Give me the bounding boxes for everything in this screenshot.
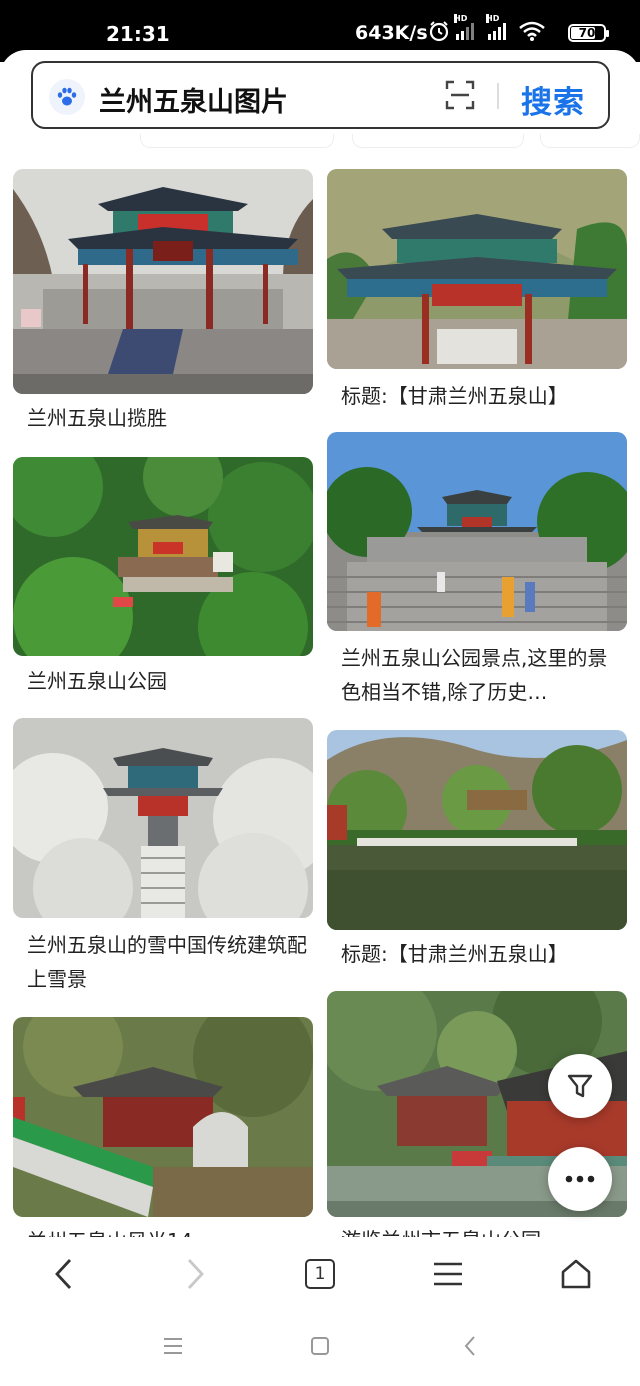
result-card[interactable]: 兰州五泉山公园: [13, 457, 313, 702]
tab-count-icon: 1: [305, 1259, 335, 1289]
result-image[interactable]: [13, 718, 313, 918]
recents-icon: [164, 1338, 182, 1354]
menu-icon: [434, 1262, 462, 1286]
result-image[interactable]: [13, 169, 313, 394]
result-card[interactable]: 标题:【甘肃兰州五泉山】: [327, 730, 627, 975]
result-caption: 兰州五泉山的雪中国传统建筑配上雪景: [27, 933, 307, 991]
result-image[interactable]: [327, 432, 627, 631]
search-divider: [497, 83, 499, 109]
result-caption: 游览兰州市五泉山公园: [341, 1223, 617, 1237]
system-home-button[interactable]: [305, 1334, 335, 1358]
result-card[interactable]: 标题:【甘肃兰州五泉山】: [327, 169, 627, 414]
status-icons: HD HD: [428, 14, 546, 42]
hd-badge: HD: [454, 14, 468, 23]
filter-tab[interactable]: [540, 134, 640, 148]
tabs-button[interactable]: 1: [300, 1256, 340, 1292]
home-square-icon: [311, 1337, 329, 1355]
filter-tab[interactable]: [140, 134, 334, 148]
filter-button[interactable]: [548, 1054, 612, 1118]
filter-tab[interactable]: [352, 134, 524, 148]
alarm-icon: [429, 21, 449, 42]
forward-arrow-icon: [187, 1259, 204, 1289]
baidu-paw-icon: [49, 79, 85, 115]
hd-badge: HD: [486, 14, 500, 23]
result-caption: 兰州五泉山风光14: [27, 1224, 311, 1237]
back-icon: [464, 1336, 475, 1356]
result-image[interactable]: [327, 169, 627, 369]
scan-icon[interactable]: [445, 80, 475, 110]
search-input[interactable]: 兰州五泉山图片: [99, 80, 288, 119]
result-image[interactable]: [327, 730, 627, 930]
result-caption: 标题:【甘肃兰州五泉山】: [341, 384, 568, 408]
result-image[interactable]: [13, 1017, 313, 1217]
result-caption: 兰州五泉山公园: [27, 669, 167, 693]
status-time: 21:31: [106, 22, 170, 46]
recents-button[interactable]: [158, 1334, 188, 1358]
result-caption: 兰州五泉山揽胜: [27, 406, 167, 430]
signal-2-icon: HD: [486, 14, 506, 40]
result-card[interactable]: 兰州五泉山公园景点,这里的景色相当不错,除了历史…: [327, 432, 627, 712]
search-bar[interactable]: 兰州五泉山图片 搜索: [31, 61, 610, 129]
result-caption: 标题:【甘肃兰州五泉山】: [341, 942, 568, 966]
more-dots-icon: [565, 1175, 595, 1183]
result-card[interactable]: 兰州五泉山揽胜: [13, 169, 313, 444]
back-button[interactable]: [44, 1256, 84, 1292]
menu-button[interactable]: [428, 1256, 468, 1292]
result-card[interactable]: 兰州五泉山的雪中国传统建筑配上雪景: [13, 718, 313, 1008]
filter-icon: [567, 1074, 593, 1098]
result-image[interactable]: [13, 457, 313, 656]
forward-button[interactable]: [175, 1256, 215, 1292]
search-button[interactable]: 搜索: [521, 77, 585, 122]
home-button[interactable]: [556, 1256, 596, 1292]
system-back-button[interactable]: [455, 1334, 485, 1358]
network-speed: 643K/s: [355, 22, 428, 44]
battery-level: 70: [578, 26, 596, 40]
more-button[interactable]: [548, 1147, 612, 1211]
signal-1-icon: HD: [454, 14, 474, 40]
wifi-icon: [519, 21, 545, 41]
home-icon: [561, 1259, 591, 1289]
result-caption: 兰州五泉山公园景点,这里的景色相当不错,除了历史…: [341, 646, 608, 704]
result-card[interactable]: 兰州五泉山风光14: [13, 1017, 313, 1237]
battery-icon: 70: [568, 24, 609, 42]
back-arrow-icon: [55, 1259, 72, 1289]
